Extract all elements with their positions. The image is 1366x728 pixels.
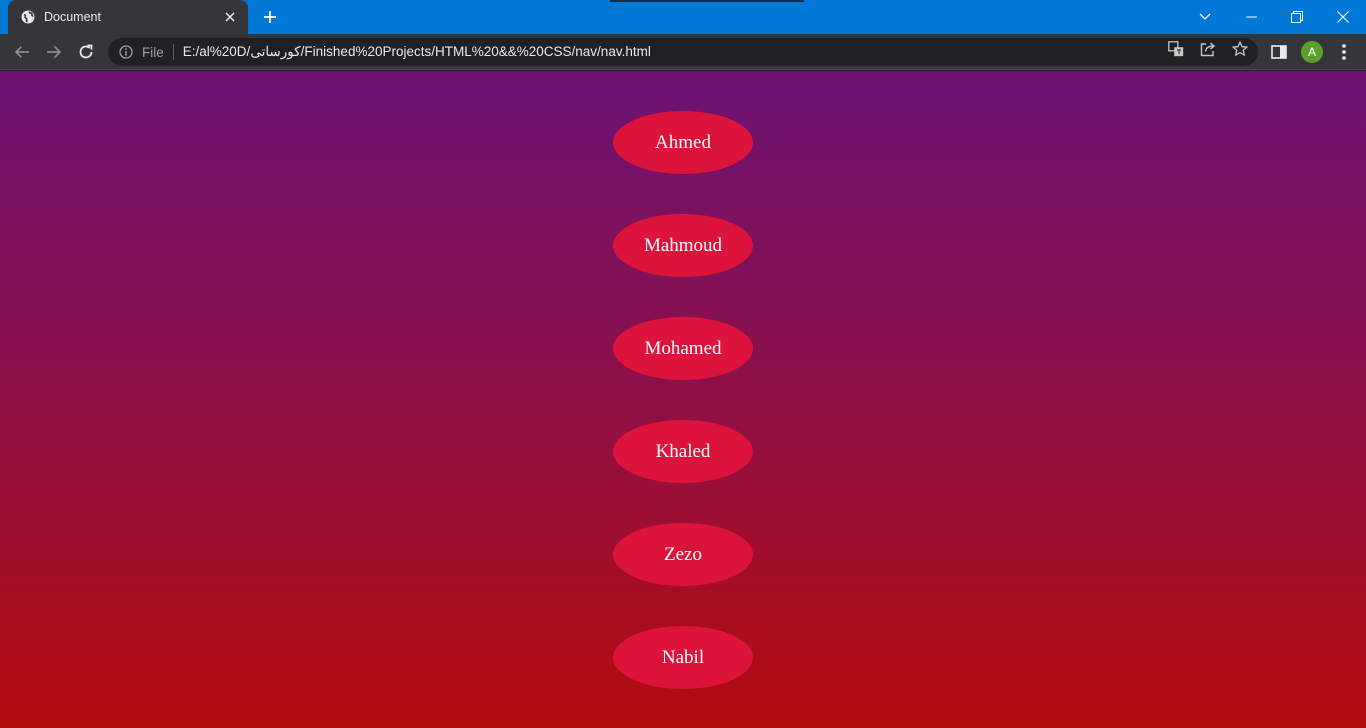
title-bar: Document (0, 0, 1366, 34)
tab-search-button[interactable] (1182, 0, 1228, 34)
nav-item-nabil[interactable]: Nabil (613, 626, 753, 689)
globe-icon (20, 9, 36, 25)
close-window-button[interactable] (1320, 0, 1366, 34)
tab-title: Document (44, 10, 101, 24)
profile-avatar[interactable]: A (1301, 41, 1323, 63)
address-separator (172, 44, 174, 60)
new-tab-button[interactable] (258, 6, 282, 28)
close-tab-icon[interactable] (222, 9, 238, 25)
forward-button[interactable] (43, 41, 65, 63)
url-scheme-label: File (142, 44, 164, 60)
side-panel-icon[interactable] (1269, 42, 1289, 62)
nav-item-mohamed[interactable]: Mohamed (613, 317, 753, 380)
title-bar-accent (610, 0, 804, 2)
address-bar[interactable]: File E:/al%20D/كورساتى/Finished%20Projec… (108, 38, 1258, 66)
share-icon[interactable] (1200, 41, 1216, 57)
info-icon[interactable] (119, 45, 133, 59)
nav-item-zezo[interactable]: Zezo (613, 523, 753, 586)
page-content: Ahmed Mahmoud Mohamed Khaled Zezo Nabil (0, 71, 1366, 728)
restore-button[interactable] (1274, 0, 1320, 34)
minimize-button[interactable] (1228, 0, 1274, 34)
menu-dots-icon[interactable] (1334, 42, 1354, 62)
reload-button[interactable] (75, 41, 97, 63)
url-text[interactable]: E:/al%20D/كورساتى/Finished%20Projects/HT… (183, 44, 651, 60)
nav-item-mahmoud[interactable]: Mahmoud (613, 214, 753, 277)
back-button[interactable] (11, 41, 33, 63)
nav-item-ahmed[interactable]: Ahmed (613, 111, 753, 174)
bookmark-star-icon[interactable] (1232, 41, 1248, 57)
nav-item-khaled[interactable]: Khaled (613, 420, 753, 483)
translate-icon[interactable] (1168, 41, 1184, 57)
browser-toolbar: File E:/al%20D/كورساتى/Finished%20Projec… (0, 34, 1366, 70)
browser-tab[interactable]: Document (8, 0, 248, 34)
